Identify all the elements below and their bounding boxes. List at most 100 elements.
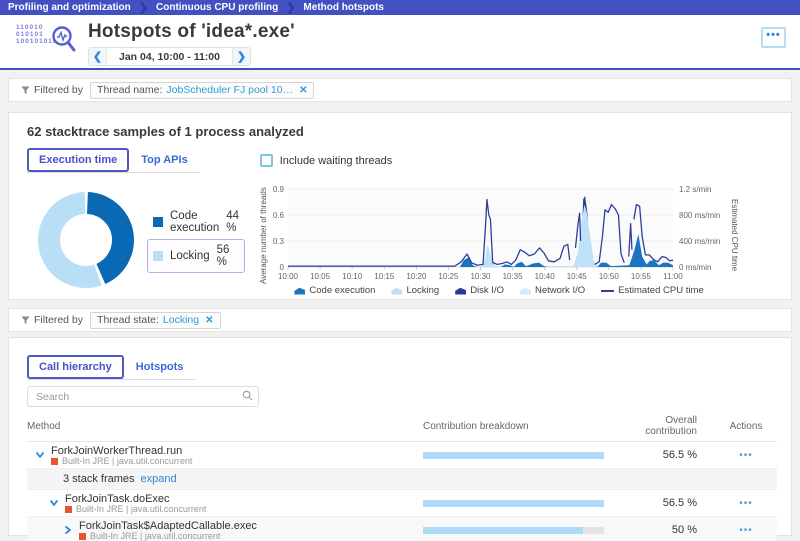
svg-text:400 ms/min: 400 ms/min bbox=[679, 237, 720, 246]
methods-table: Method Contribution breakdown Overall co… bbox=[27, 415, 777, 541]
svg-text:10:50: 10:50 bbox=[599, 272, 620, 281]
method-name[interactable]: ForkJoinTask$AdaptedCallable.exec bbox=[79, 520, 257, 532]
table-row[interactable]: ForkJoinWorkerThread.runBuilt-In JRE | j… bbox=[27, 442, 777, 469]
origin-label: Built-In JRE | java.util.concurrent bbox=[76, 505, 206, 514]
origin-label: Built-In JRE | java.util.concurrent bbox=[90, 532, 220, 541]
chevron-down-icon[interactable] bbox=[49, 498, 59, 508]
row-actions-button[interactable]: ••• bbox=[715, 498, 777, 509]
area-swatch-icon bbox=[391, 287, 402, 295]
svg-text:10:00: 10:00 bbox=[278, 272, 299, 281]
col-actions: Actions bbox=[715, 421, 777, 432]
row-actions-button[interactable]: ••• bbox=[715, 525, 777, 536]
table-header: Method Contribution breakdown Overall co… bbox=[27, 415, 777, 442]
filter-funnel-icon bbox=[21, 86, 30, 95]
chip-value[interactable]: Locking bbox=[163, 314, 199, 326]
legend-label: Disk I/O bbox=[470, 285, 504, 296]
svg-text:11:00: 11:00 bbox=[663, 272, 683, 281]
contribution-bar-track bbox=[423, 500, 604, 507]
thread-state-donut-chart[interactable] bbox=[27, 181, 145, 304]
timeline-legend-item-estimated-cpu-time[interactable]: Estimated CPU time bbox=[601, 285, 704, 296]
checkbox-label: Include waiting threads bbox=[280, 155, 393, 167]
timeline-legend: Code execution Locking Disk I/O Network I/O… bbox=[268, 285, 730, 296]
hotspots-overview-panel: 62 stacktrace samples of 1 process analy… bbox=[8, 112, 792, 300]
thread-state-filter-bar: Filtered by Thread state: Locking ✕ bbox=[8, 308, 792, 332]
svg-text:0: 0 bbox=[280, 263, 285, 272]
table-row[interactable]: ForkJoinTask$AdaptedCallable.execBuilt-I… bbox=[27, 517, 777, 541]
area-swatch-icon bbox=[294, 287, 305, 295]
filtered-by-label: Filtered by bbox=[21, 84, 83, 96]
profiler-logo: 110010 010101 100101010 bbox=[16, 24, 78, 68]
call-hierarchy-panel: Call hierarchy Hotspots Method Contribut… bbox=[8, 337, 792, 536]
y-axis-right-label: Estimated CPU time bbox=[730, 167, 739, 304]
chevron-right-icon[interactable] bbox=[63, 525, 73, 535]
date-range-label[interactable]: Jan 04, 10:00 - 11:00 bbox=[107, 48, 232, 65]
chevron-right-separator-icon: ❯ bbox=[286, 3, 295, 13]
overall-contribution-value: 56.5 % bbox=[619, 497, 715, 509]
timeline-chart: Average number of threads 0.90.60.301.2 … bbox=[259, 181, 784, 304]
breadcrumb-item-profiling[interactable]: Profiling and optimization bbox=[8, 2, 131, 13]
remove-filter-icon[interactable]: ✕ bbox=[299, 85, 307, 96]
include-waiting-threads-checkbox[interactable] bbox=[260, 154, 273, 167]
legend-label: Code execution bbox=[309, 285, 375, 296]
donut-legend-item-code-execution[interactable]: Code execution44 % bbox=[147, 205, 245, 239]
svg-text:10:40: 10:40 bbox=[535, 272, 556, 281]
chevron-right-separator-icon: ❯ bbox=[139, 3, 148, 13]
col-contribution-breakdown: Contribution breakdown bbox=[423, 421, 619, 432]
timeline-legend-item-disk-i-o[interactable]: Disk I/O bbox=[455, 285, 504, 296]
breadcrumb-item-method-hotspots[interactable]: Method hotspots bbox=[303, 2, 384, 13]
contribution-bar-fill bbox=[423, 452, 604, 459]
tab-hotspots[interactable]: Hotspots bbox=[124, 355, 196, 379]
filtered-by-label: Filtered by bbox=[21, 314, 83, 326]
hierarchy-tabs: Call hierarchy Hotspots bbox=[27, 355, 195, 380]
origin-badge-icon bbox=[65, 506, 72, 513]
page-header: 110010 010101 100101010 Hotspots of 'ide… bbox=[0, 15, 800, 68]
table-row[interactable]: ForkJoinTask.doExecBuilt-In JRE | java.u… bbox=[27, 490, 777, 517]
timeline-plot[interactable]: 0.90.60.301.2 s/min800 ms/min400 ms/min0… bbox=[268, 181, 730, 283]
legend-value: 44 % bbox=[226, 210, 239, 234]
tab-execution-time[interactable]: Execution time bbox=[27, 148, 129, 172]
svg-text:10:30: 10:30 bbox=[471, 272, 492, 281]
col-method: Method bbox=[27, 421, 423, 432]
svg-text:10:20: 10:20 bbox=[406, 272, 427, 281]
area-swatch-icon bbox=[455, 287, 466, 295]
legend-label: Locking bbox=[406, 285, 439, 296]
timeline-legend-item-locking[interactable]: Locking bbox=[391, 285, 439, 296]
timeline-legend-item-network-i-o[interactable]: Network I/O bbox=[520, 285, 585, 296]
page-title: Hotspots of 'idea*.exe' bbox=[88, 21, 295, 43]
legend-label: Network I/O bbox=[535, 285, 585, 296]
header-more-actions-button[interactable]: ••• bbox=[761, 27, 786, 48]
tab-top-apis[interactable]: Top APIs bbox=[129, 148, 199, 172]
expand-frames-link[interactable]: expand bbox=[141, 473, 177, 485]
legend-swatch-icon bbox=[153, 251, 163, 261]
row-actions-button[interactable]: ••• bbox=[715, 450, 777, 461]
search-icon bbox=[242, 390, 253, 401]
stack-frames-row: 3 stack frames expand bbox=[27, 469, 777, 490]
thread-name-filter-chip[interactable]: Thread name: JobScheduler FJ pool 10… ✕ bbox=[90, 82, 314, 99]
svg-text:0.6: 0.6 bbox=[273, 211, 285, 220]
next-interval-button[interactable]: ❯ bbox=[232, 48, 250, 65]
remove-filter-icon[interactable]: ✕ bbox=[205, 315, 213, 326]
chip-value[interactable]: JobScheduler FJ pool 10… bbox=[166, 84, 293, 96]
donut-legend: Code execution44 %Locking56 % bbox=[147, 205, 245, 304]
timeline-legend-item-code-execution[interactable]: Code execution bbox=[294, 285, 375, 296]
chevron-down-icon[interactable] bbox=[35, 450, 45, 460]
overall-contribution-value: 56.5 % bbox=[619, 449, 715, 461]
search-input[interactable] bbox=[27, 386, 259, 407]
origin-badge-icon bbox=[51, 458, 58, 465]
breadcrumb-item-cpu-profiling[interactable]: Continuous CPU profiling bbox=[156, 2, 278, 13]
method-name[interactable]: ForkJoinTask.doExec bbox=[65, 493, 206, 505]
line-swatch-icon bbox=[601, 290, 614, 292]
prev-interval-button[interactable]: ❮ bbox=[89, 48, 107, 65]
tab-call-hierarchy[interactable]: Call hierarchy bbox=[27, 355, 124, 379]
svg-text:0 ms/min: 0 ms/min bbox=[679, 263, 711, 272]
include-waiting-threads-option[interactable]: Include waiting threads bbox=[260, 154, 393, 167]
svg-text:10:55: 10:55 bbox=[631, 272, 652, 281]
view-tabs: Execution time Top APIs bbox=[27, 148, 200, 173]
chip-key: Thread state: bbox=[97, 314, 159, 326]
origin-badge-icon bbox=[79, 533, 86, 540]
thread-state-filter-chip[interactable]: Thread state: Locking ✕ bbox=[90, 312, 220, 329]
donut-legend-item-locking[interactable]: Locking56 % bbox=[147, 239, 245, 273]
method-name[interactable]: ForkJoinWorkerThread.run bbox=[51, 445, 192, 457]
legend-label: Locking bbox=[170, 250, 210, 262]
stack-frames-count: 3 stack frames bbox=[63, 473, 135, 485]
